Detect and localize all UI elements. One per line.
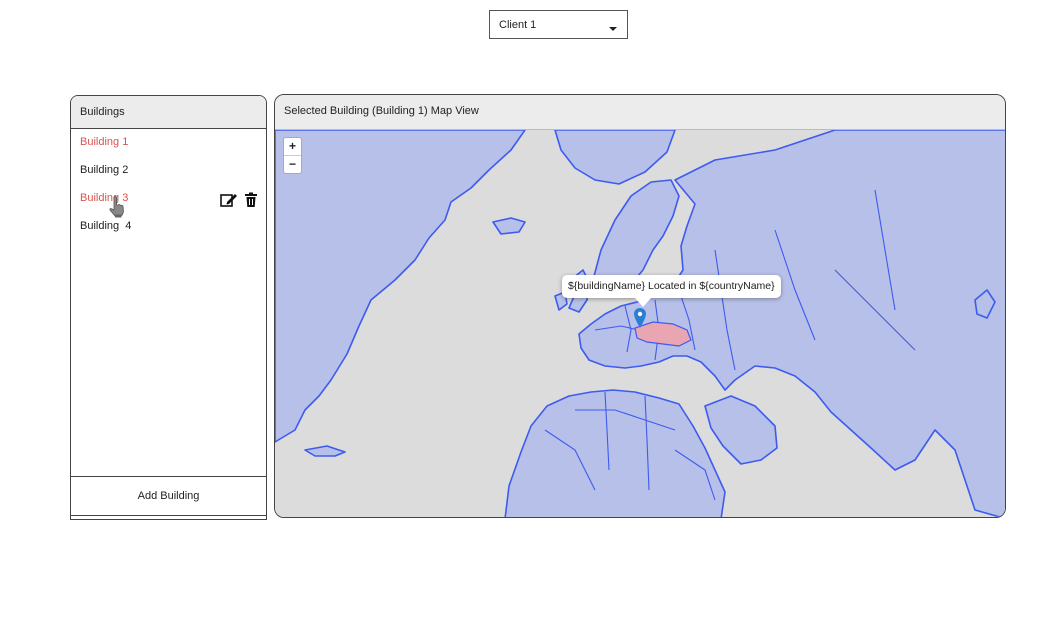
map-marker-icon[interactable]	[634, 308, 646, 328]
add-building-button[interactable]: Add Building	[71, 476, 266, 516]
map-popup: ${buildingName} Located in ${countryName…	[562, 275, 781, 298]
building-item-4[interactable]: Building 4	[80, 218, 131, 234]
building-item-2[interactable]: Building 2	[80, 162, 128, 178]
building-item-1[interactable]: Building 1	[80, 134, 128, 150]
edit-icon[interactable]	[220, 192, 238, 208]
buildings-panel: Buildings Building 1 Building 2 Building…	[70, 95, 267, 520]
client-select-value: Client 1	[499, 19, 537, 31]
buildings-list: Building 1 Building 2 Building 3 Buildin…	[71, 129, 266, 474]
zoom-control: + −	[283, 137, 302, 174]
building-row-actions	[220, 192, 258, 208]
map-panel-title: Selected Building (Building 1) Map View	[275, 95, 1005, 130]
client-select[interactable]: Client 1	[489, 10, 628, 39]
trash-icon[interactable]	[244, 192, 258, 208]
hand-cursor-icon	[109, 196, 124, 218]
chevron-down-icon	[609, 27, 617, 31]
buildings-panel-title: Buildings	[71, 96, 266, 129]
map-popup-tip	[635, 298, 651, 307]
zoom-in-button[interactable]: +	[284, 138, 301, 155]
zoom-out-button[interactable]: −	[284, 155, 301, 173]
map-panel: Selected Building (Building 1) Map View	[274, 94, 1006, 518]
